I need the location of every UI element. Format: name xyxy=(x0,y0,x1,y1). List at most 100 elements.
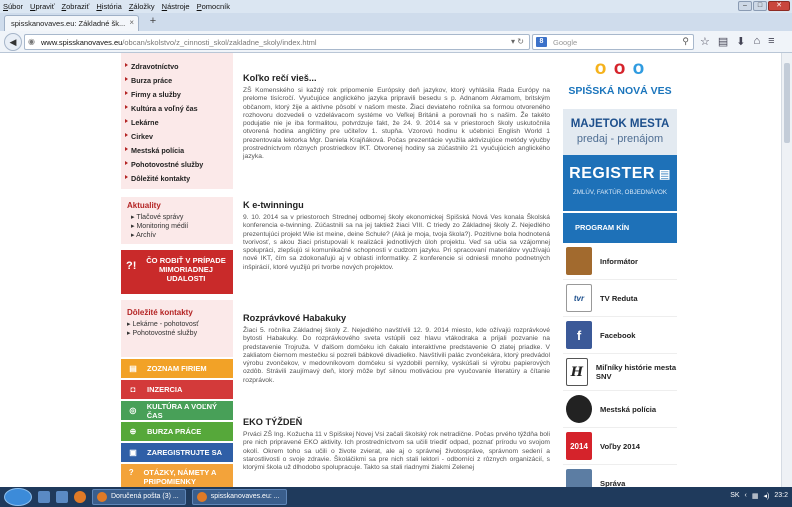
menu-item-burza-prace[interactable]: Burza práce xyxy=(121,73,233,87)
taskbar-item-browser[interactable]: spisskanovaves.eu: ... xyxy=(191,489,287,505)
scrollbar-thumb[interactable] xyxy=(784,63,790,143)
emergency-banner[interactable]: ?! ČO ROBIŤ V PRÍPADE MIMORIADNEJ UDALOS… xyxy=(121,250,233,294)
document-icon: ▤ xyxy=(658,167,671,181)
home-icon[interactable]: ⌂ xyxy=(754,35,761,48)
aktuality-title[interactable]: Aktuality xyxy=(127,201,227,210)
url-bar[interactable]: ◉ www.spisskanovaves.eu/obcan/skolstvo/z… xyxy=(24,34,530,50)
aktuality-box: Aktuality ▸ Tlačové správy ▸ Monitoring … xyxy=(121,197,233,244)
browser-menubar: Súbor Upraviť Zobraziť História Záložky … xyxy=(0,0,792,13)
menu-upravit[interactable]: Upraviť xyxy=(27,2,59,11)
kontakty-box: Dôležité kontakty ▸ Lekárne - pohotovosť… xyxy=(121,300,233,357)
inzercia-button[interactable]: ◘ INZERCIA xyxy=(121,380,233,399)
aktuality-link[interactable]: ▸ Archív xyxy=(127,231,227,240)
toolbar-icons: ☆ ▤ ⬇ ⌂ ≡ xyxy=(700,35,775,48)
bookmarks-list-icon[interactable]: ▤ xyxy=(718,35,728,48)
navigation-bar: ◀ ◉ www.spisskanovaves.eu/obcan/skolstvo… xyxy=(0,31,792,53)
link-milniky-historie[interactable]: H Miľníky histórie mesta SNV xyxy=(563,354,677,391)
logo-mark: o o o xyxy=(594,58,646,79)
menu-zalozky[interactable]: Záložky xyxy=(126,2,159,11)
menu-subor[interactable]: Súbor xyxy=(0,2,27,11)
search-placeholder: Google xyxy=(553,38,578,47)
right-sidebar: o o o SPIŠSKÁ NOVÁ VES MAJETOK MESTA pre… xyxy=(563,53,677,487)
section-text: Prváci ZŠ Ing. Kožucha 11 v Spišskej Nov… xyxy=(243,431,550,472)
menu-zobrazit[interactable]: Zobraziť xyxy=(59,2,94,11)
emergency-text: ČO ROBIŤ V PRÍPADE MIMORIADNEJ UDALOSTI xyxy=(146,256,226,283)
volume-icon[interactable]: ◂) xyxy=(764,492,770,500)
search-icon[interactable]: ⚲ xyxy=(682,36,689,47)
menu-item-cirkev[interactable]: Cirkev xyxy=(121,129,233,143)
burza-prace-button[interactable]: ⊕ BURZA PRÁCE xyxy=(121,422,233,441)
kultura-button[interactable]: ◎ KULTÚRA A VOĽNÝ ČAS xyxy=(121,401,233,420)
section-title: Rozprávkové Habakuky xyxy=(243,313,347,323)
facebook-icon: f xyxy=(566,321,592,349)
language-indicator[interactable]: SK xyxy=(730,492,739,500)
majetok-banner[interactable]: MAJETOK MESTA predaj - prenájom xyxy=(563,109,677,155)
menu-item-kultura[interactable]: Kultúra a voľný čas xyxy=(121,101,233,115)
start-button[interactable] xyxy=(4,488,32,506)
downloads-icon[interactable]: ⬇ xyxy=(736,35,745,48)
history-icon: H xyxy=(566,358,588,386)
browser-tab[interactable]: spisskanovaves.eu: Základné šk... × xyxy=(4,15,139,31)
menu-item-lekarne[interactable]: Lekárne xyxy=(121,115,233,129)
tab-bar: spisskanovaves.eu: Základné šk... × + xyxy=(0,13,792,31)
window-controls: – □ ✕ xyxy=(738,1,790,11)
new-tab-button[interactable]: + xyxy=(146,16,160,28)
city-logo[interactable]: o o o SPIŠSKÁ NOVÁ VES xyxy=(563,53,677,109)
register-icon: ▣ xyxy=(129,448,137,457)
hamburger-menu-icon[interactable]: ≡ xyxy=(768,35,774,48)
explorer-icon[interactable] xyxy=(38,491,50,503)
firefox-pinned-icon[interactable] xyxy=(74,491,86,503)
election-icon: 2014 xyxy=(566,432,592,460)
zoznam-firiem-button[interactable]: ▤ ZOZNAM FIRIEM xyxy=(121,359,233,378)
kontakty-link[interactable]: ▸ Lekárne - pohotovosť xyxy=(127,320,227,329)
menu-historia[interactable]: História xyxy=(93,2,125,11)
menu-item-mestska-policia[interactable]: Mestská polícia xyxy=(121,143,233,157)
menu-pomocnik[interactable]: Pomocník xyxy=(194,2,234,11)
link-volby-2014[interactable]: 2014 Voľby 2014 xyxy=(563,428,677,465)
firefox-icon xyxy=(196,492,207,502)
section-title: Koľko rečí vieš... xyxy=(243,73,317,83)
program-kin-banner[interactable]: PROGRAM KÍN xyxy=(563,213,677,243)
article-section: EKO TÝŽDEŇ Prváci ZŠ Ing. Kožucha 11 v S… xyxy=(243,417,550,472)
category-menu: Zdravotníctvo Burza práce Firmy a služby… xyxy=(121,53,233,189)
globe-icon: ◉ xyxy=(28,37,35,46)
aktuality-link[interactable]: ▸ Monitoring médií xyxy=(127,222,227,231)
search-bar[interactable]: 8 Google ⚲ xyxy=(532,34,694,50)
network-icon[interactable]: ▦ xyxy=(752,492,759,500)
link-sprava[interactable]: Správa xyxy=(563,465,677,487)
maximize-button[interactable]: □ xyxy=(753,1,767,11)
otazky-button[interactable]: ? OTÁZKY, NÁMETY A PRIPOMIENKY xyxy=(121,464,233,487)
menu-item-firmy[interactable]: Firmy a služby xyxy=(121,87,233,101)
register-banner[interactable]: REGISTER ▤ ZMLÚV, FAKTÚR, OBJEDNÁVOK xyxy=(563,155,677,211)
register-title: REGISTER xyxy=(569,165,655,182)
link-tv-reduta[interactable]: tvr TV Reduta xyxy=(563,280,677,317)
menu-item-pohotovostne-sluzby[interactable]: Pohotovostné služby xyxy=(121,157,233,171)
kontakty-link[interactable]: ▸ Pohotovostné služby xyxy=(127,329,227,338)
minimize-button[interactable]: – xyxy=(738,1,752,11)
menu-item-dolezite-kontakty[interactable]: Dôležité kontakty xyxy=(121,171,233,185)
list-icon: ▤ xyxy=(129,364,137,373)
menu-item-zdravotnictvo[interactable]: Zdravotníctvo xyxy=(121,59,233,73)
media-icon[interactable] xyxy=(56,491,68,503)
police-badge-icon xyxy=(566,395,592,423)
link-mestska-policia[interactable]: Mestská polícia xyxy=(563,391,677,428)
close-tab-icon[interactable]: × xyxy=(129,18,134,27)
taskbar-item-mail[interactable]: Doručená pošta (3) ... xyxy=(92,489,186,505)
link-informator[interactable]: Informátor xyxy=(563,243,677,280)
menu-nastroje[interactable]: Nástroje xyxy=(159,2,194,11)
bookmark-star-icon[interactable]: ☆ xyxy=(700,35,710,48)
reload-icon[interactable]: ▾ ↻ xyxy=(511,37,524,46)
section-text: ZŠ Komenského si každý rok pripomenie Eu… xyxy=(243,87,550,161)
aktuality-link[interactable]: ▸ Tlačové správy xyxy=(127,213,227,222)
kontakty-title[interactable]: Dôležité kontakty xyxy=(127,308,227,317)
link-facebook[interactable]: f Facebook xyxy=(563,317,677,354)
zaregistrujte-button[interactable]: ▣ ZAREGISTRUJTE SA xyxy=(121,443,233,462)
tray-arrow-icon[interactable]: ‹ xyxy=(745,492,747,500)
window-close-button[interactable]: ✕ xyxy=(768,1,790,11)
google-icon[interactable]: 8 xyxy=(536,37,547,47)
tv-reduta-icon: tvr xyxy=(566,284,592,312)
clock[interactable]: 23:2 xyxy=(774,492,788,500)
article-section: Koľko rečí vieš... ZŠ Komenského si každ… xyxy=(243,73,550,162)
back-button[interactable]: ◀ xyxy=(4,33,22,51)
vertical-scrollbar[interactable] xyxy=(781,53,792,487)
